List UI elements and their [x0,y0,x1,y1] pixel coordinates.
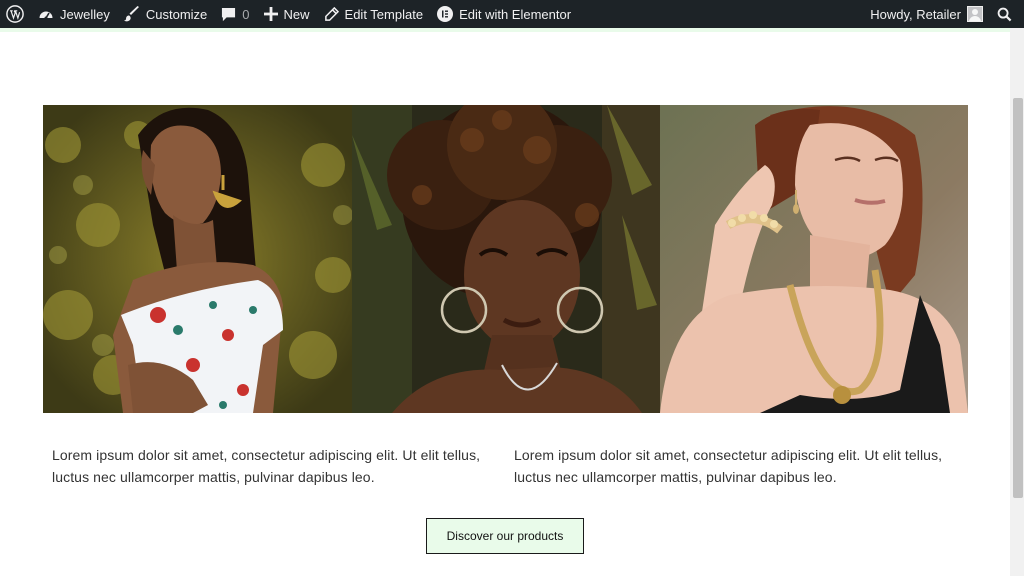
text-block-left: Lorem ipsum dolor sit amet, consectetur … [52,447,481,485]
gallery-image-3 [660,105,968,413]
site-name-label: Jewelley [60,6,110,22]
jewelry-gallery [43,105,968,413]
comments-count: 0 [242,6,250,22]
site-name-link[interactable]: Jewelley [31,0,117,28]
customize-link[interactable]: Customize [117,0,214,28]
gallery-image-1 [43,105,352,413]
discover-products-button[interactable]: Discover our products [426,518,584,554]
wordpress-menu[interactable] [0,0,31,28]
header-accent-line [0,28,1010,32]
comment-icon [221,7,236,22]
elementor-label: Edit with Elementor [459,6,572,22]
edit-template-link[interactable]: Edit Template [317,0,431,28]
comments-link[interactable]: 0 [214,0,256,28]
gallery-image-2 [352,105,660,413]
brush-icon [123,6,140,22]
plus-icon [263,7,278,21]
scrollbar-thumb[interactable] [1013,98,1023,498]
admin-bar: Jewelley Customize 0 New Edit Template E… [0,0,1024,28]
greeting-label: Howdy, Retailer [870,6,961,22]
dashboard-icon [38,7,54,21]
search-button[interactable] [990,0,1024,28]
account-menu[interactable]: Howdy, Retailer [863,0,990,28]
edit-with-elementor-link[interactable]: Edit with Elementor [430,0,578,28]
text-block-right: Lorem ipsum dolor sit amet, consectetur … [514,447,943,485]
new-label: New [283,6,310,22]
edit-template-label: Edit Template [344,6,424,22]
user-avatar [967,6,983,22]
wordpress-icon [6,5,24,23]
pencil-icon [324,6,339,22]
elementor-icon [437,6,454,22]
new-content-link[interactable]: New [257,0,317,28]
search-icon [997,7,1012,22]
customize-label: Customize [145,6,208,22]
